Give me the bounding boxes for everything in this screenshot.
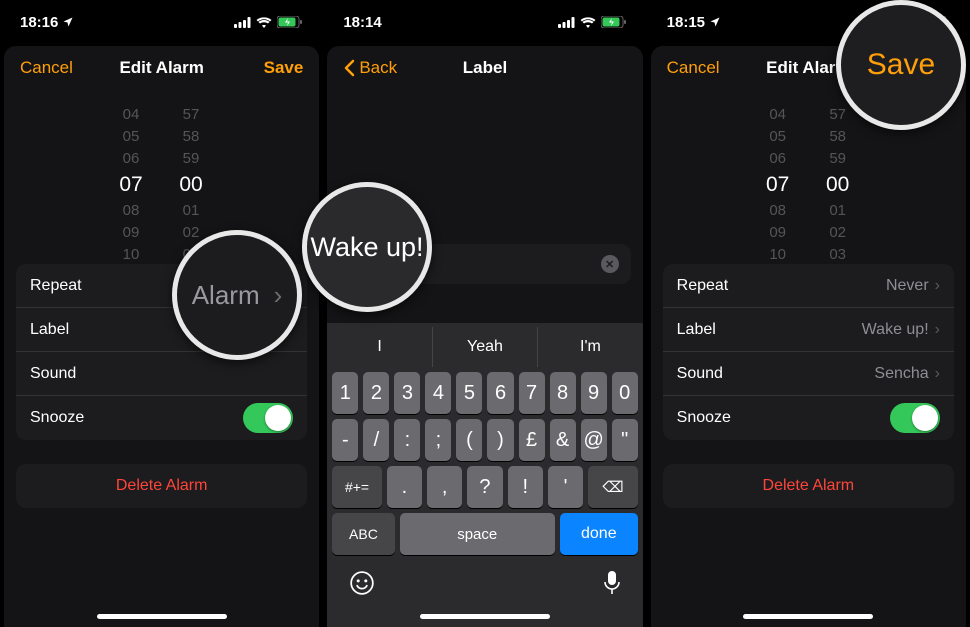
cell-label: Label — [30, 321, 69, 339]
back-button[interactable]: Back — [343, 58, 397, 78]
key[interactable]: 3 — [394, 372, 420, 414]
delete-key[interactable]: ⌫ — [588, 466, 637, 508]
key[interactable]: 5 — [456, 372, 482, 414]
home-indicator[interactable] — [743, 614, 873, 619]
chevron-right-icon: › — [274, 280, 283, 311]
emoji-icon — [349, 570, 375, 596]
wifi-icon — [256, 17, 272, 28]
keyboard: I Yeah I'm 1 2 3 4 5 6 7 8 9 0 - — [327, 323, 642, 627]
suggestion[interactable]: I'm — [538, 327, 642, 367]
cell-label: Snooze — [30, 409, 84, 427]
key[interactable]: 2 — [363, 372, 389, 414]
delete-alarm-button[interactable]: Delete Alarm — [663, 464, 954, 508]
location-icon — [62, 16, 74, 28]
magnifier-save-button: Save — [836, 0, 966, 130]
key[interactable]: 1 — [332, 372, 358, 414]
cell-label: Sound — [30, 365, 76, 383]
nav-title: Edit Alarm — [119, 58, 203, 78]
sound-cell[interactable]: Sound — [16, 352, 307, 396]
nav-bar: Cancel Edit Alarm Save — [4, 46, 319, 90]
cell-label: Repeat — [30, 277, 82, 295]
cancel-button[interactable]: Cancel — [667, 58, 720, 78]
sound-cell[interactable]: Sound Sencha› — [663, 352, 954, 396]
key[interactable]: ( — [456, 419, 482, 461]
suggestion[interactable]: Yeah — [433, 327, 538, 367]
chevron-right-icon: › — [935, 277, 940, 295]
key[interactable]: @ — [581, 419, 607, 461]
key[interactable]: ; — [425, 419, 451, 461]
suggestions-bar: I Yeah I'm — [327, 327, 642, 367]
key[interactable]: : — [394, 419, 420, 461]
battery-charging-icon — [601, 16, 627, 28]
status-bar: 18:16 — [0, 0, 323, 44]
key[interactable]: - — [332, 419, 358, 461]
snooze-cell: Snooze — [16, 396, 307, 440]
key[interactable]: / — [363, 419, 389, 461]
key[interactable]: . — [387, 466, 422, 508]
delete-alarm-button[interactable]: Delete Alarm — [16, 464, 307, 508]
key[interactable]: & — [550, 419, 576, 461]
space-key[interactable]: space — [400, 513, 555, 555]
key[interactable]: , — [427, 466, 462, 508]
magnifier-text: Save — [867, 48, 935, 82]
key[interactable]: ? — [467, 466, 502, 508]
magnifier-text: Wake up! — [310, 232, 423, 263]
status-time: 18:16 — [20, 14, 58, 31]
snooze-toggle[interactable] — [890, 403, 940, 433]
home-indicator[interactable] — [420, 614, 550, 619]
save-button[interactable]: Save — [264, 58, 304, 78]
key[interactable]: 7 — [519, 372, 545, 414]
emoji-button[interactable] — [349, 570, 375, 602]
key[interactable]: 0 — [612, 372, 638, 414]
dictation-button[interactable] — [603, 570, 621, 602]
cell-label: Snooze — [677, 409, 731, 427]
magnifier-text: Alarm — [192, 280, 260, 311]
location-icon — [709, 16, 721, 28]
chevron-right-icon: › — [935, 321, 940, 339]
cell-label: Sound — [677, 365, 723, 383]
cancel-button[interactable]: Cancel — [20, 58, 73, 78]
cell-label: Label — [677, 321, 716, 339]
key[interactable]: ' — [548, 466, 583, 508]
wifi-icon — [580, 17, 596, 28]
chevron-left-icon — [343, 59, 355, 77]
alarm-options-list: Repeat Never› Label Wake up!› Sound Senc… — [663, 264, 954, 440]
magnifier-label-row: Alarm › — [172, 230, 302, 360]
home-indicator[interactable] — [97, 614, 227, 619]
suggestion[interactable]: I — [327, 327, 432, 367]
status-time: 18:15 — [667, 14, 705, 31]
snooze-toggle[interactable] — [243, 403, 293, 433]
key[interactable]: £ — [519, 419, 545, 461]
signal-icon — [558, 17, 575, 28]
done-key[interactable]: done — [560, 513, 638, 555]
key[interactable]: ) — [487, 419, 513, 461]
key[interactable]: 8 — [550, 372, 576, 414]
status-time: 18:14 — [343, 14, 381, 31]
symbols-key[interactable]: #+= — [332, 466, 381, 508]
abc-key[interactable]: ABC — [332, 513, 394, 555]
time-picker[interactable]: 04 05 06 07 08 09 10 57 58 59 00 01 02 0… — [16, 104, 307, 238]
key[interactable]: ! — [508, 466, 543, 508]
cell-label: Repeat — [677, 277, 729, 295]
phone-screen-2: 18:14 Back Label Wake up! ✕ — [323, 0, 646, 627]
magnifier-textfield: Wake up! — [302, 182, 432, 312]
key[interactable]: 9 — [581, 372, 607, 414]
repeat-cell[interactable]: Repeat Never› — [663, 264, 954, 308]
key[interactable]: 6 — [487, 372, 513, 414]
chevron-right-icon: › — [935, 365, 940, 383]
status-bar: 18:14 — [323, 0, 646, 44]
nav-bar: Back Label — [327, 46, 642, 90]
snooze-cell: Snooze — [663, 396, 954, 440]
nav-title: Label — [463, 58, 507, 78]
battery-charging-icon — [277, 16, 303, 28]
signal-icon — [234, 17, 251, 28]
key[interactable]: " — [612, 419, 638, 461]
label-cell[interactable]: Label Wake up!› — [663, 308, 954, 352]
clear-text-button[interactable]: ✕ — [601, 255, 619, 273]
mic-icon — [603, 570, 621, 596]
key[interactable]: 4 — [425, 372, 451, 414]
